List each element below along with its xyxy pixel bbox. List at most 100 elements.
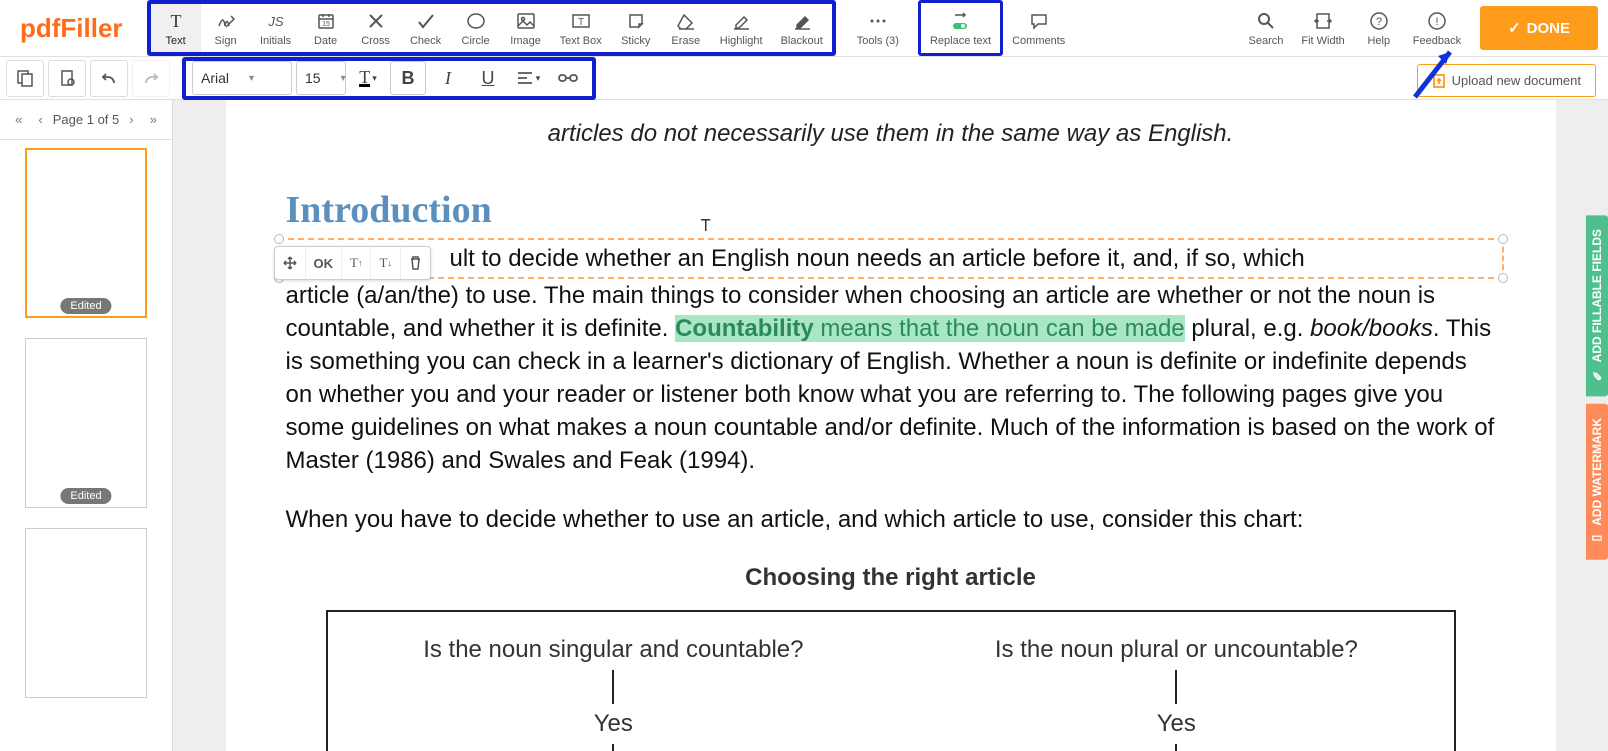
flowchart-branch-2: Is the noun plural or uncountable?Yes (995, 636, 1358, 751)
pages-panel-button[interactable] (6, 60, 44, 97)
edited-badge: Edited (60, 298, 111, 314)
top-italic-line: articles do not necessarily use them in … (286, 120, 1496, 148)
next-page-button[interactable]: › (123, 108, 139, 131)
replace-text-group: Replace text (918, 0, 1003, 56)
svg-text:!: ! (1435, 16, 1438, 28)
bold-button[interactable]: B (390, 61, 426, 95)
fields-icon: ✎ (1590, 368, 1604, 382)
tool-feedback[interactable]: ! Feedback (1404, 0, 1470, 56)
right-side-tabs: ✎ADD FILLABLE FIELDS ▭ADD WATERMARK (1586, 215, 1608, 560)
cross-icon (367, 10, 385, 32)
redo-button[interactable] (132, 60, 170, 97)
increase-font-button[interactable]: T↑ (342, 247, 371, 279)
first-page-button[interactable]: « (9, 108, 28, 131)
tool-cross[interactable]: Cross (351, 4, 401, 52)
last-page-button[interactable]: » (144, 108, 163, 131)
page-nav: « ‹ Page 1 of 5 › » (0, 100, 172, 140)
tool-sticky[interactable]: Sticky (611, 4, 661, 52)
tool-help[interactable]: ? Help (1354, 0, 1404, 56)
selection-text: ult to decide whether an English noun ne… (288, 242, 1494, 275)
svg-text:15: 15 (322, 21, 330, 28)
chevron-down-icon: ▾ (249, 73, 254, 84)
fitwidth-icon (1313, 10, 1333, 32)
thumbnail-3[interactable]: 3 (25, 528, 147, 698)
page-indicator: Page 1 of 5 (53, 112, 120, 127)
page-settings-button[interactable] (48, 60, 86, 97)
tool-search[interactable]: Search (1240, 0, 1293, 56)
tool-image[interactable]: Image (501, 4, 551, 52)
thumbnail-1[interactable]: 1 Edited (25, 148, 147, 318)
move-handle[interactable] (275, 247, 306, 279)
initials-icon: JS (265, 10, 287, 32)
svg-text:T: T (578, 17, 584, 28)
done-button[interactable]: ✓ DONE (1480, 6, 1598, 50)
check-icon (416, 10, 436, 32)
inline-text-toolbar: OK T↑ T↓ (274, 246, 431, 280)
tool-circle[interactable]: Circle (451, 4, 501, 52)
add-fillable-fields-tab[interactable]: ✎ADD FILLABLE FIELDS (1586, 215, 1608, 396)
document-viewport[interactable]: articles do not necessarily use them in … (173, 100, 1608, 751)
tool-check[interactable]: Check (401, 4, 451, 52)
image-icon (516, 10, 536, 32)
font-size-select[interactable]: 15▾ (296, 61, 346, 95)
tool-replace-text[interactable]: Replace text (921, 3, 1000, 53)
text-cursor-icon: Ꭲ (702, 218, 712, 236)
erase-icon (676, 10, 696, 32)
sign-icon (216, 10, 236, 32)
feedback-icon: ! (1427, 10, 1447, 32)
highlight-icon (731, 10, 751, 32)
link-button[interactable] (550, 61, 586, 95)
text-icon: T (166, 10, 186, 32)
blackout-icon (792, 10, 812, 32)
upload-document-button[interactable]: Upload new document (1417, 64, 1596, 97)
decrease-font-button[interactable]: T↓ (371, 247, 400, 279)
thumbnail-2[interactable]: 2 Edited (25, 338, 147, 508)
page-canvas: articles do not necessarily use them in … (226, 100, 1556, 751)
resize-handle[interactable] (1498, 234, 1508, 244)
comments-icon (1029, 10, 1049, 32)
resize-handle[interactable] (1498, 273, 1508, 283)
format-bar-highlight: Arial▾ 15▾ T▾ B I U ▾ (182, 57, 596, 100)
thumbnail-sidebar: « ‹ Page 1 of 5 › » 1 Edited 2 Edited 3 (0, 100, 173, 751)
align-button[interactable]: ▾ (510, 61, 546, 95)
font-family-select[interactable]: Arial▾ (192, 61, 292, 95)
font-color-button[interactable]: T▾ (350, 61, 386, 95)
tool-text[interactable]: T Text (151, 4, 201, 52)
thumbnail-preview (25, 148, 147, 318)
tool-erase[interactable]: Erase (661, 4, 711, 52)
active-text-selection[interactable]: Ꭲ OK T↑ T↓ ult to decide whether an Engl… (278, 238, 1504, 279)
tool-blackout[interactable]: Blackout (772, 4, 832, 52)
more-icon (868, 10, 888, 32)
highlighted-text: Countability (675, 315, 814, 342)
body-paragraph-2: When you have to decide whether to use a… (286, 503, 1496, 536)
tool-textbox[interactable]: T Text Box (551, 4, 611, 52)
tool-comments[interactable]: Comments (1003, 0, 1074, 56)
chart-title: Choosing the right article (286, 564, 1496, 592)
ok-button[interactable]: OK (306, 247, 343, 279)
svg-text:T: T (170, 11, 181, 31)
add-watermark-tab[interactable]: ▭ADD WATERMARK (1586, 404, 1608, 560)
thumbnail-preview (25, 528, 147, 698)
svg-text:JS: JS (267, 14, 284, 29)
edit-tools-group: T Text Sign JS Initials 15 Date Cross Ch… (147, 0, 836, 56)
textbox-icon: T (571, 10, 591, 32)
watermark-icon: ▭ (1590, 532, 1604, 546)
circle-icon (466, 10, 486, 32)
tool-date[interactable]: 15 Date (301, 4, 351, 52)
italic-button[interactable]: I (430, 61, 466, 95)
svg-text:?: ? (1376, 16, 1382, 28)
date-icon: 15 (316, 10, 336, 32)
tool-highlight[interactable]: Highlight (711, 4, 772, 52)
tool-fitwidth[interactable]: Fit Width (1292, 0, 1353, 56)
prev-page-button[interactable]: ‹ (32, 108, 48, 131)
tools-more[interactable]: Tools (3) (848, 0, 908, 56)
highlighted-text: means that the noun can be made (814, 315, 1185, 342)
tool-initials[interactable]: JS Initials (251, 4, 301, 52)
tool-sign[interactable]: Sign (201, 4, 251, 52)
underline-button[interactable]: U (470, 61, 506, 95)
undo-button[interactable] (90, 60, 128, 97)
resize-handle[interactable] (274, 234, 284, 244)
flowchart-branch-1: Is the noun singular and countable?Yes (423, 636, 803, 751)
help-icon: ? (1369, 10, 1389, 32)
delete-button[interactable] (401, 247, 430, 279)
